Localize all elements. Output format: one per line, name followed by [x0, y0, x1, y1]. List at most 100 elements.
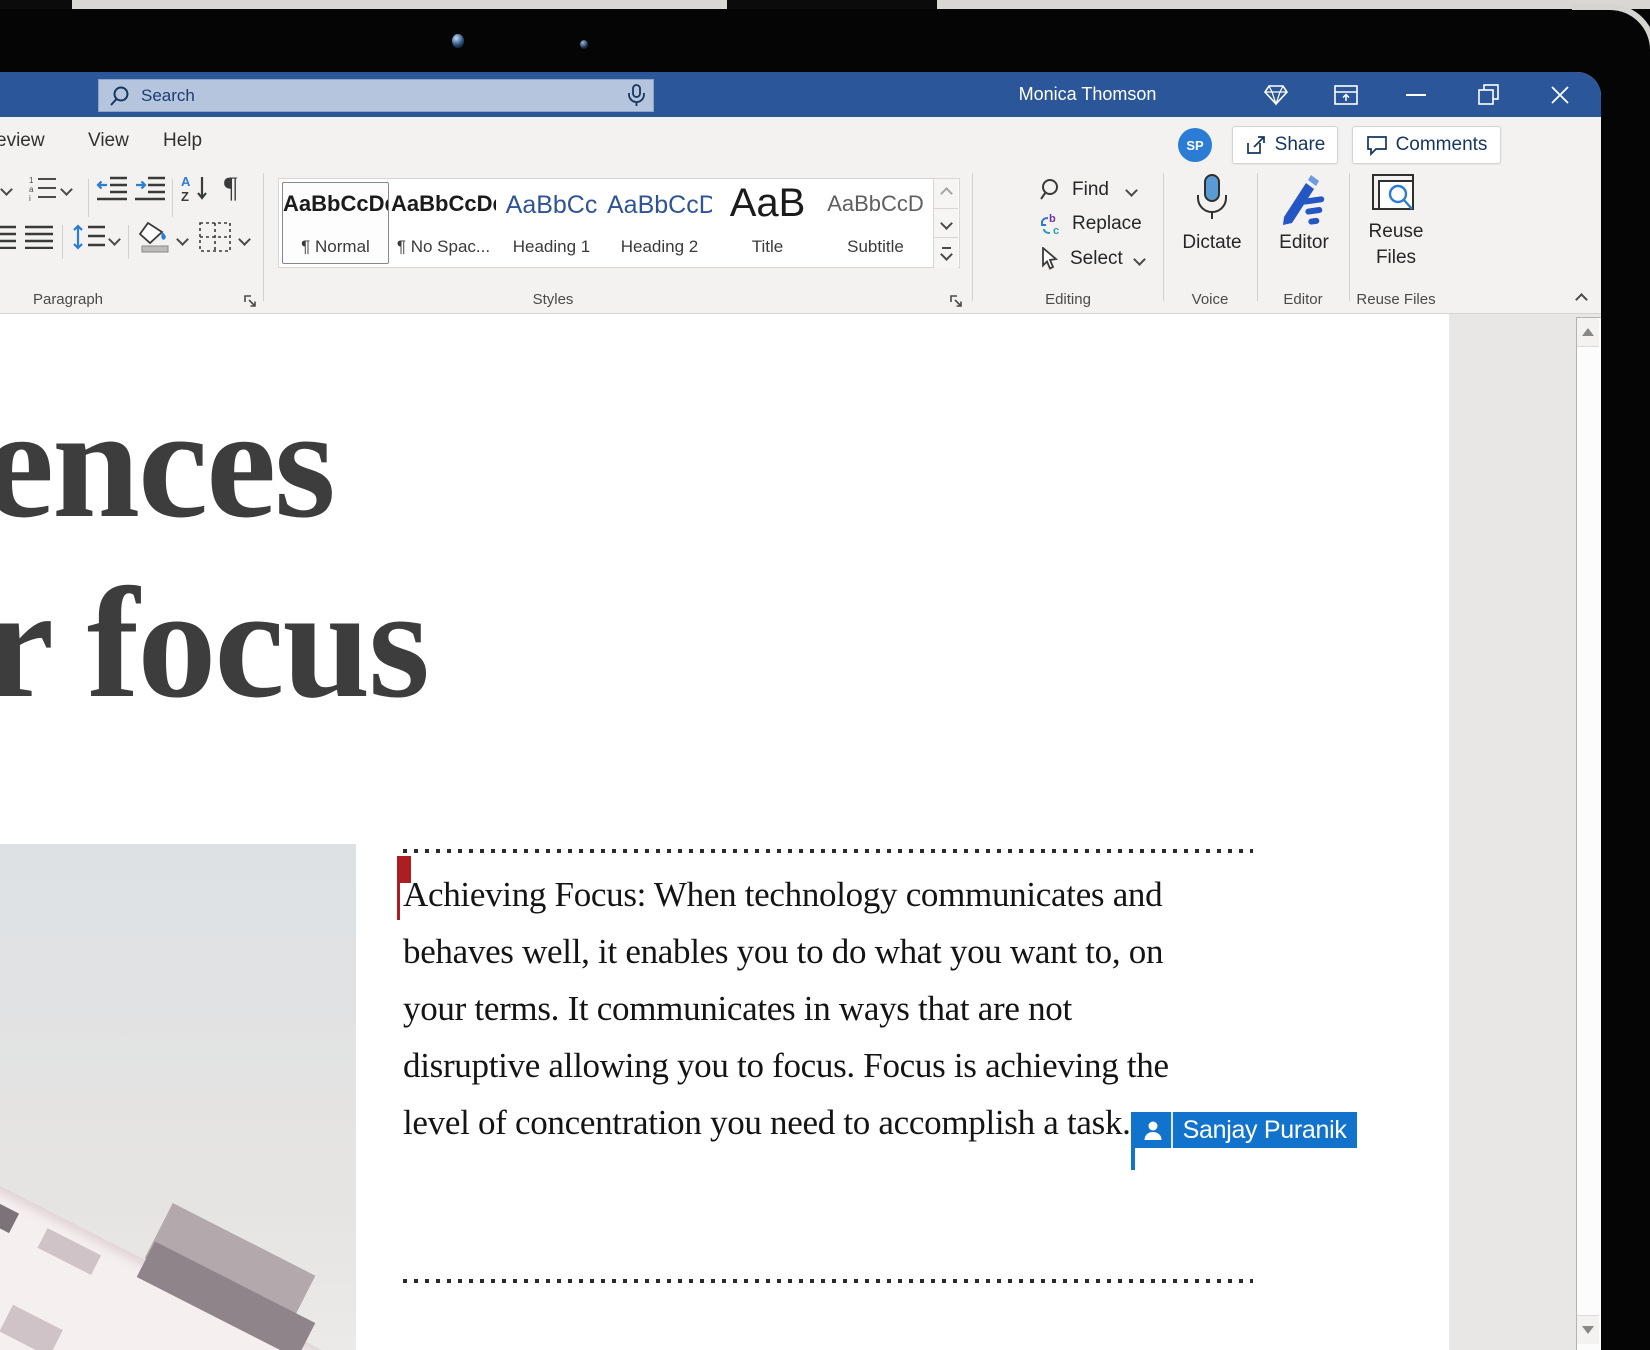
document-canvas[interactable]: ences r focus: [0, 314, 1601, 1350]
dialog-launcher-icon[interactable]: [948, 293, 964, 309]
lid-notch: [0, 0, 72, 9]
align-right-icon[interactable]: [0, 225, 18, 249]
chevron-down-icon[interactable]: [1125, 184, 1138, 197]
remote-cursor-blue: Sanjay Puranik: [1131, 1116, 1135, 1136]
close-icon[interactable]: [1540, 72, 1580, 117]
document-photo[interactable]: [0, 844, 356, 1350]
chevron-down-icon[interactable]: [240, 235, 249, 244]
chevron-down-icon[interactable]: [62, 185, 71, 194]
style-label: Title: [715, 237, 820, 257]
dictate-label: Dictate: [1172, 231, 1252, 255]
tab-help[interactable]: Help: [163, 117, 202, 165]
tab-review[interactable]: eview: [0, 117, 45, 165]
separator: [972, 173, 973, 301]
heading-line-1: ences: [0, 374, 428, 554]
comments-button[interactable]: Comments: [1352, 126, 1501, 164]
document-heading[interactable]: ences r focus: [0, 374, 428, 734]
chevron-down-icon[interactable]: [2, 185, 11, 194]
presence-badge[interactable]: SP: [1178, 128, 1212, 162]
increase-indent-icon[interactable]: [134, 175, 166, 201]
separator: [62, 225, 63, 259]
search-box[interactable]: [98, 79, 654, 112]
minimize-icon[interactable]: [1396, 72, 1436, 117]
dictate-button[interactable]: Dictate: [1172, 173, 1252, 255]
gallery-scroll-down[interactable]: [933, 208, 958, 238]
dialog-launcher-icon[interactable]: [242, 293, 258, 309]
style-label: Subtitle: [823, 237, 928, 257]
style-no-spacing[interactable]: AaBbCcDd ¶ No Spac...: [390, 182, 497, 264]
body-paragraph[interactable]: Achieving Focus: When technology communi…: [403, 866, 1263, 1151]
reuse-files-label-2: Files: [1376, 247, 1416, 268]
style-title[interactable]: AaB Title: [714, 182, 821, 264]
share-icon: [1245, 134, 1267, 156]
borders-icon[interactable]: [198, 221, 234, 253]
body-line[interactable]: behaves well, it enables you to do what …: [403, 923, 1263, 980]
vertical-scrollbar[interactable]: [1576, 317, 1601, 1350]
select-label: Select: [1070, 248, 1123, 270]
reuse-files-button[interactable]: Reuse Files: [1354, 173, 1438, 271]
style-heading-2[interactable]: AaBbCcD Heading 2: [606, 182, 713, 264]
gallery-more-button[interactable]: [933, 237, 958, 268]
scrollbar-up-icon: [1582, 328, 1594, 336]
voice-group-label: Voice: [1160, 291, 1260, 308]
search-input[interactable]: [139, 85, 619, 107]
dictate-mic-icon: [1190, 173, 1234, 227]
style-preview: AaB: [715, 181, 820, 226]
ribbon-tab-row: eview View Help SP Share Comments: [0, 117, 1601, 165]
share-label: Share: [1275, 134, 1326, 156]
replace-button[interactable]: b c Replace: [1040, 211, 1142, 237]
pilcrow-icon[interactable]: ¶: [224, 171, 238, 205]
decrease-indent-icon[interactable]: [96, 175, 128, 201]
ribbon: 1 a i: [0, 165, 1601, 314]
justify-icon[interactable]: [24, 225, 54, 249]
chevron-down-icon[interactable]: [110, 235, 119, 244]
comments-label: Comments: [1396, 134, 1488, 156]
style-preview: AaBbCc: [499, 191, 604, 220]
style-heading-1[interactable]: AaBbCc Heading 1: [498, 182, 605, 264]
style-normal[interactable]: AaBbCcDd ¶ Normal: [282, 182, 389, 264]
editor-button[interactable]: Editor: [1264, 173, 1344, 255]
share-button[interactable]: Share: [1232, 126, 1338, 164]
dictation-mic-icon[interactable]: [619, 84, 653, 108]
find-label: Find: [1072, 179, 1109, 201]
scrollbar-down-button[interactable]: [1577, 1315, 1599, 1344]
restore-window-icon[interactable]: [1469, 72, 1509, 117]
person-icon: [1135, 1112, 1173, 1148]
style-subtitle[interactable]: AaBbCcD Subtitle: [822, 182, 929, 264]
replace-icon: b c: [1040, 212, 1064, 236]
scrollbar-up-button[interactable]: [1577, 318, 1599, 347]
sort-icon[interactable]: A Z: [180, 173, 212, 203]
chevron-down-icon[interactable]: [1133, 253, 1146, 266]
select-button[interactable]: Select: [1040, 246, 1144, 272]
collaborator-name: Sanjay Puranik: [1173, 1112, 1357, 1148]
gallery-scroll-up[interactable]: [933, 179, 958, 208]
separator: [1257, 173, 1258, 301]
ribbon-display-options-icon[interactable]: [1326, 72, 1366, 117]
line-spacing-icon[interactable]: [72, 223, 106, 251]
account-name[interactable]: Monica Thomson: [955, 72, 1220, 117]
body-line[interactable]: disruptive allowing you to focus. Focus …: [403, 1037, 1263, 1094]
collapse-ribbon-icon[interactable]: [1568, 290, 1594, 308]
style-preview: AaBbCcDd: [391, 191, 496, 217]
editing-group-label: Editing: [1018, 291, 1118, 308]
dotted-divider-bottom: [403, 1279, 1253, 1283]
svg-text:b: b: [1049, 213, 1056, 225]
find-button[interactable]: Find: [1040, 177, 1136, 203]
tab-view[interactable]: View: [88, 117, 129, 165]
shading-icon[interactable]: [138, 221, 174, 253]
numbered-list-icon[interactable]: 1 a i: [28, 175, 58, 201]
body-line[interactable]: your terms. It communicates in ways that…: [403, 980, 1263, 1037]
search-icon: [99, 85, 139, 107]
styles-group-label: Styles: [503, 291, 603, 308]
chevron-down-icon[interactable]: [178, 235, 187, 244]
editor-pen-icon: [1278, 173, 1330, 227]
separator: [263, 173, 264, 301]
style-label: Heading 2: [607, 237, 712, 257]
heading-line-2: r focus: [0, 554, 428, 734]
body-line[interactable]: Achieving Focus: When technology communi…: [403, 866, 1263, 923]
style-label: Heading 1: [499, 237, 604, 257]
remote-cursor-red-flag: [397, 856, 411, 883]
body-line[interactable]: level of concentration you need to accom…: [403, 1094, 1263, 1151]
laptop-lid-edge: [0, 0, 1650, 9]
rewards-diamond-icon[interactable]: [1256, 72, 1296, 117]
